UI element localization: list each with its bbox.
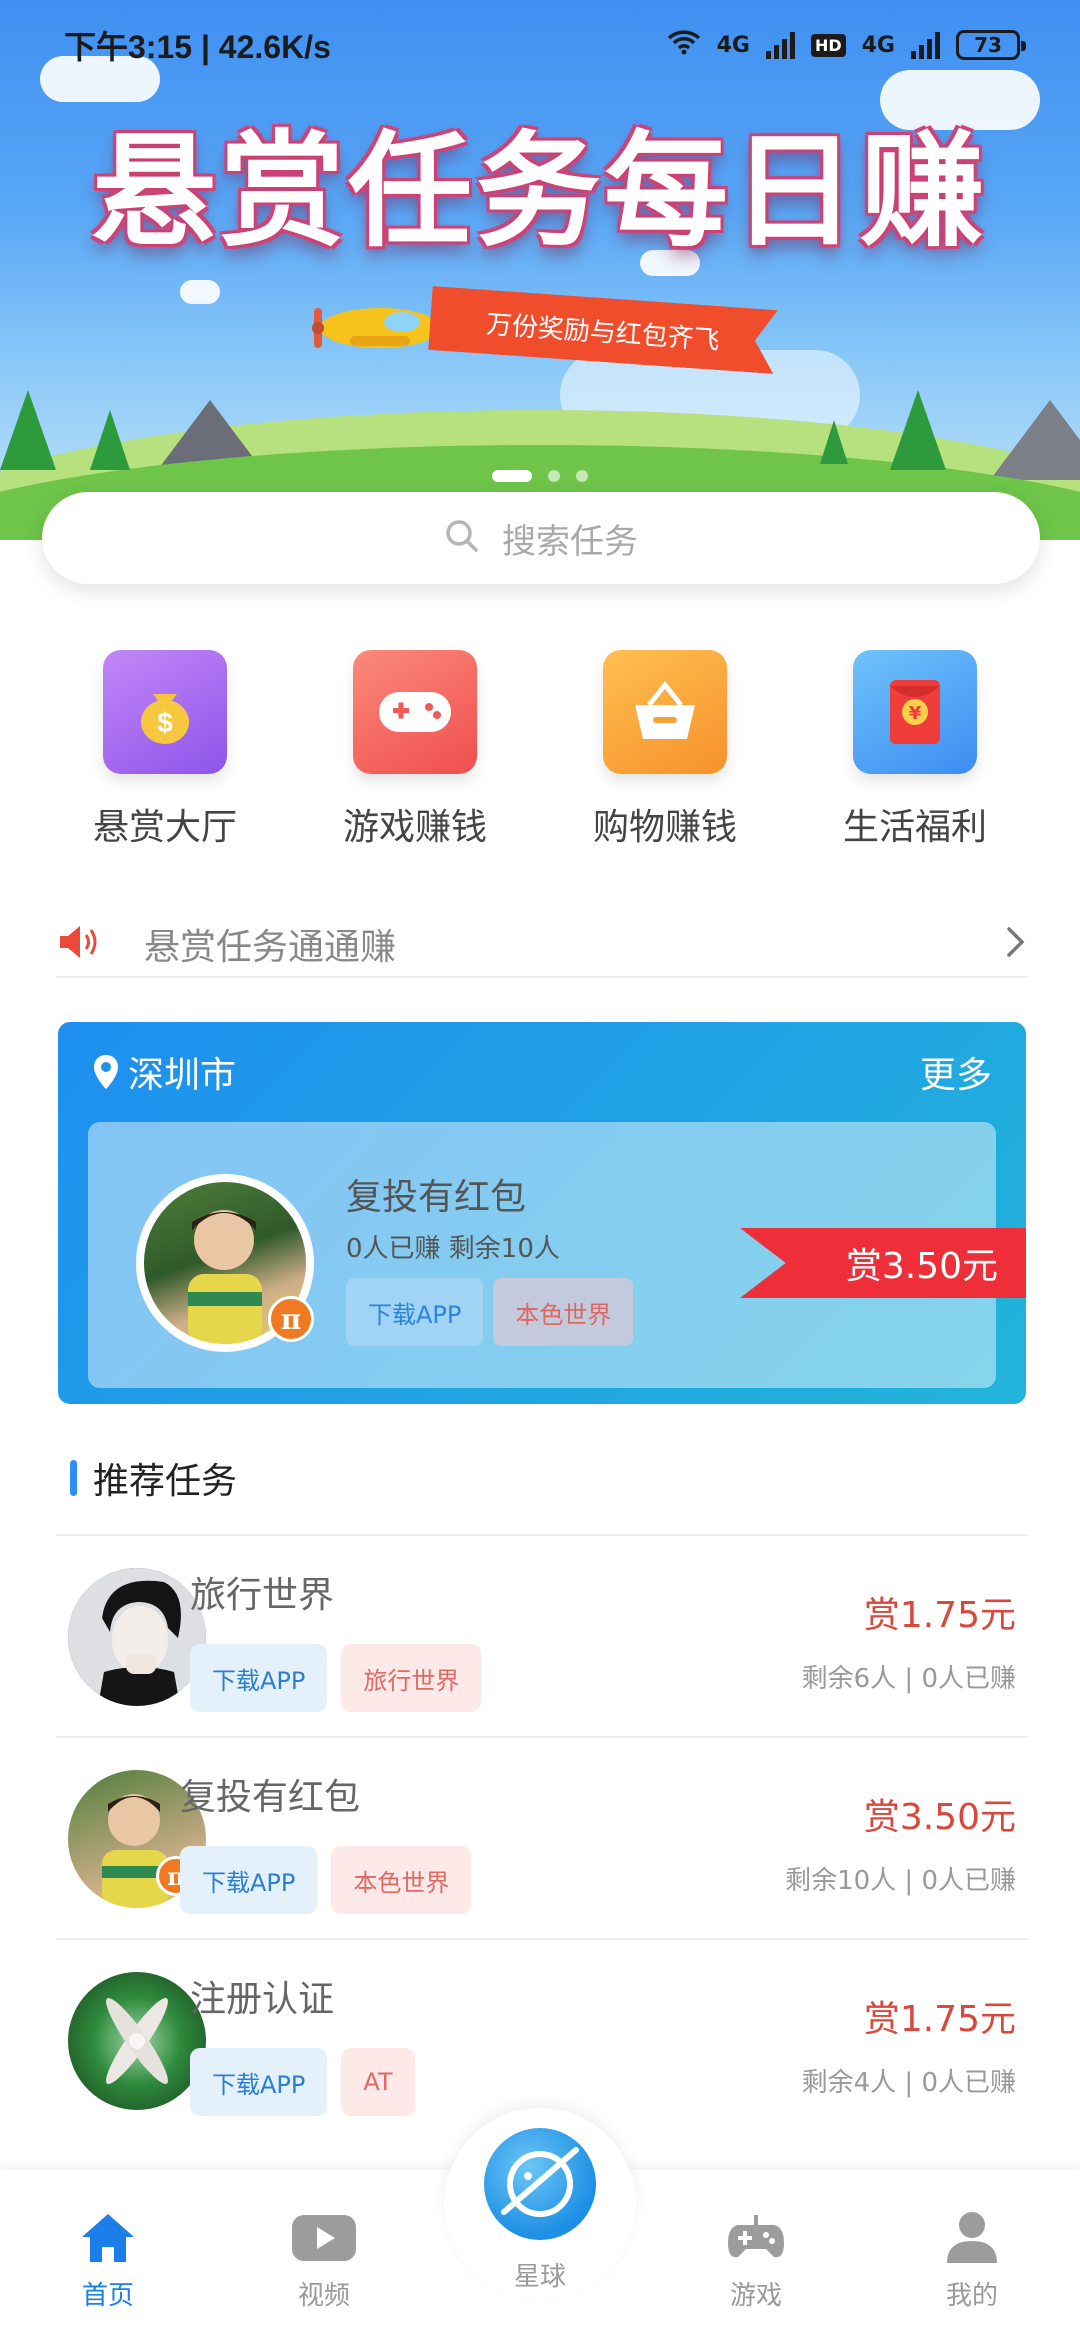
status-time-speed: 下午3:15 | 42.6K/s: [64, 29, 331, 65]
task-avatar-anime: [68, 1568, 206, 1706]
category-label: 悬赏大厅: [92, 807, 237, 848]
nav-game[interactable]: 游戏: [648, 2170, 864, 2340]
tree-decoration: [820, 420, 848, 464]
task-meta: 剩余4人 | 0人已赚: [801, 2068, 1016, 2098]
tree-decoration: [0, 390, 56, 470]
status-bar: 下午3:15 | 42.6K/s 4G HD 4G 73: [0, 0, 1080, 90]
city-task-card: 深圳市 更多 π 复投有红包 0人已赚 剩余10人 下载APP 本色世界 赏3.…: [58, 1022, 1026, 1404]
banner-ribbon: 万份奖励与红包齐飞: [428, 286, 778, 374]
tag-brand: 旅行世界: [341, 1644, 482, 1712]
task-meta: 剩余10人 | 0人已赚: [785, 1866, 1016, 1896]
nav-video[interactable]: 视频: [216, 2170, 432, 2340]
svg-text:$: $: [157, 707, 173, 738]
category-label: 购物赚钱: [592, 807, 737, 848]
location-pin-icon: [94, 1055, 118, 1089]
hd-badge: HD: [810, 33, 846, 57]
carousel-dot: [548, 470, 560, 482]
battery-icon: 73: [956, 30, 1026, 60]
banner-headline: 悬赏任务每日赚: [91, 120, 988, 264]
task-title: 复投有红包: [180, 1777, 361, 1818]
nav-label: 首页: [81, 2281, 134, 2311]
task-meta: 剩余6人 | 0人已赚: [801, 1664, 1016, 1694]
notice-bar[interactable]: 悬赏任务通通赚: [56, 912, 1028, 978]
tree-decoration: [90, 410, 130, 470]
category-reward-hall[interactable]: $ 悬赏大厅: [55, 650, 275, 850]
signal-icon: [765, 31, 795, 59]
mountain-right: [990, 400, 1080, 480]
category-life-welfare[interactable]: ¥ 生活福利: [805, 650, 1025, 850]
nav-home[interactable]: 首页: [0, 2170, 216, 2340]
chevron-right-icon: [1004, 924, 1028, 964]
gamepad-icon: [353, 650, 477, 774]
money-bag-icon: $: [103, 650, 227, 774]
category-label: 生活福利: [842, 807, 987, 848]
task-title: 注册认证: [190, 1979, 335, 2020]
recommended-section-title: 推荐任务: [70, 1452, 237, 1504]
tag-download-app: 下载APP: [190, 1644, 328, 1712]
task-reward: 赏3.50元: [863, 1797, 1016, 1838]
city-more-link[interactable]: 更多: [920, 1046, 992, 1098]
tag-brand: 本色世界: [331, 1846, 472, 1914]
cloud-decoration: [180, 280, 220, 304]
tag-download-app: 下载APP: [180, 1846, 318, 1914]
tag-download-app: 下载APP: [190, 2048, 328, 2116]
nav-label: 我的: [945, 2281, 998, 2311]
task-row[interactable]: π 复投有红包 下载APP 本色世界 赏3.50元 剩余10人 | 0人已赚: [56, 1736, 1028, 1938]
featured-task-stats: 0人已赚 剩余10人: [346, 1234, 560, 1264]
task-title: 旅行世界: [190, 1575, 335, 1616]
notice-text: 悬赏任务通通赚: [144, 927, 397, 968]
banner-carousel[interactable]: 下午3:15 | 42.6K/s 4G HD 4G 73 悬赏任务每日赚 万份奖…: [0, 0, 1080, 540]
city-location[interactable]: 深圳市: [92, 1046, 236, 1098]
network-4g-label-2: 4G: [861, 32, 895, 58]
video-play-icon: [292, 2215, 356, 2261]
city-name: 深圳市: [128, 1055, 237, 1096]
tag-download-app: 下载APP: [346, 1278, 484, 1346]
task-reward: 赏1.75元: [863, 1999, 1016, 2040]
featured-task-title: 复投有红包: [346, 1177, 527, 1218]
task-avatar-hands: [68, 1972, 206, 2110]
user-icon: [947, 2212, 997, 2263]
search-icon: [444, 518, 480, 558]
section-accent-bar: [70, 1460, 77, 1496]
carousel-dot-active: [492, 470, 532, 482]
carousel-dot: [576, 470, 588, 482]
battery-level: 73: [974, 33, 1002, 57]
category-shopping-earn[interactable]: 购物赚钱: [555, 650, 775, 850]
gamepad-icon: [728, 2215, 784, 2258]
search-placeholder: 搜索任务: [502, 521, 638, 562]
wifi-icon: [667, 29, 701, 61]
category-grid: $ 悬赏大厅 游戏赚钱 购物赚钱 ¥ 生活福利: [0, 650, 1080, 850]
search-bar[interactable]: 搜索任务: [42, 492, 1040, 584]
tag-brand: AT: [341, 2048, 415, 2116]
task-row[interactable]: 旅行世界 下载APP 旅行世界 赏1.75元 剩余6人 | 0人已赚: [56, 1534, 1028, 1736]
nav-label: 游戏: [729, 2281, 782, 2311]
category-label: 游戏赚钱: [342, 807, 487, 848]
planet-icon: [484, 2128, 596, 2240]
task-list: 旅行世界 下载APP 旅行世界 赏1.75元 剩余6人 | 0人已赚 π 复投有…: [56, 1534, 1028, 2140]
network-4g-label: 4G: [716, 32, 750, 58]
section-title-text: 推荐任务: [93, 1461, 238, 1502]
red-envelope-icon: ¥: [853, 650, 977, 774]
tag-brand: 本色世界: [493, 1278, 634, 1346]
task-reward: 赏1.75元: [863, 1595, 1016, 1636]
carousel-indicator: [0, 470, 1080, 482]
nav-mine[interactable]: 我的: [864, 2170, 1080, 2340]
pi-badge: π: [268, 1296, 314, 1342]
category-game-earn[interactable]: 游戏赚钱: [305, 650, 525, 850]
nav-planet[interactable]: 星球: [444, 2108, 636, 2300]
svg-text:¥: ¥: [909, 703, 922, 724]
nav-label: 视频: [297, 2281, 350, 2311]
signal-icon: [911, 31, 940, 59]
airplane-icon: [312, 308, 440, 348]
speaker-icon: [56, 922, 104, 966]
home-icon: [82, 2214, 134, 2262]
nav-label: 星球: [513, 2262, 566, 2292]
shopping-basket-icon: [603, 650, 727, 774]
tree-decoration: [890, 390, 946, 470]
